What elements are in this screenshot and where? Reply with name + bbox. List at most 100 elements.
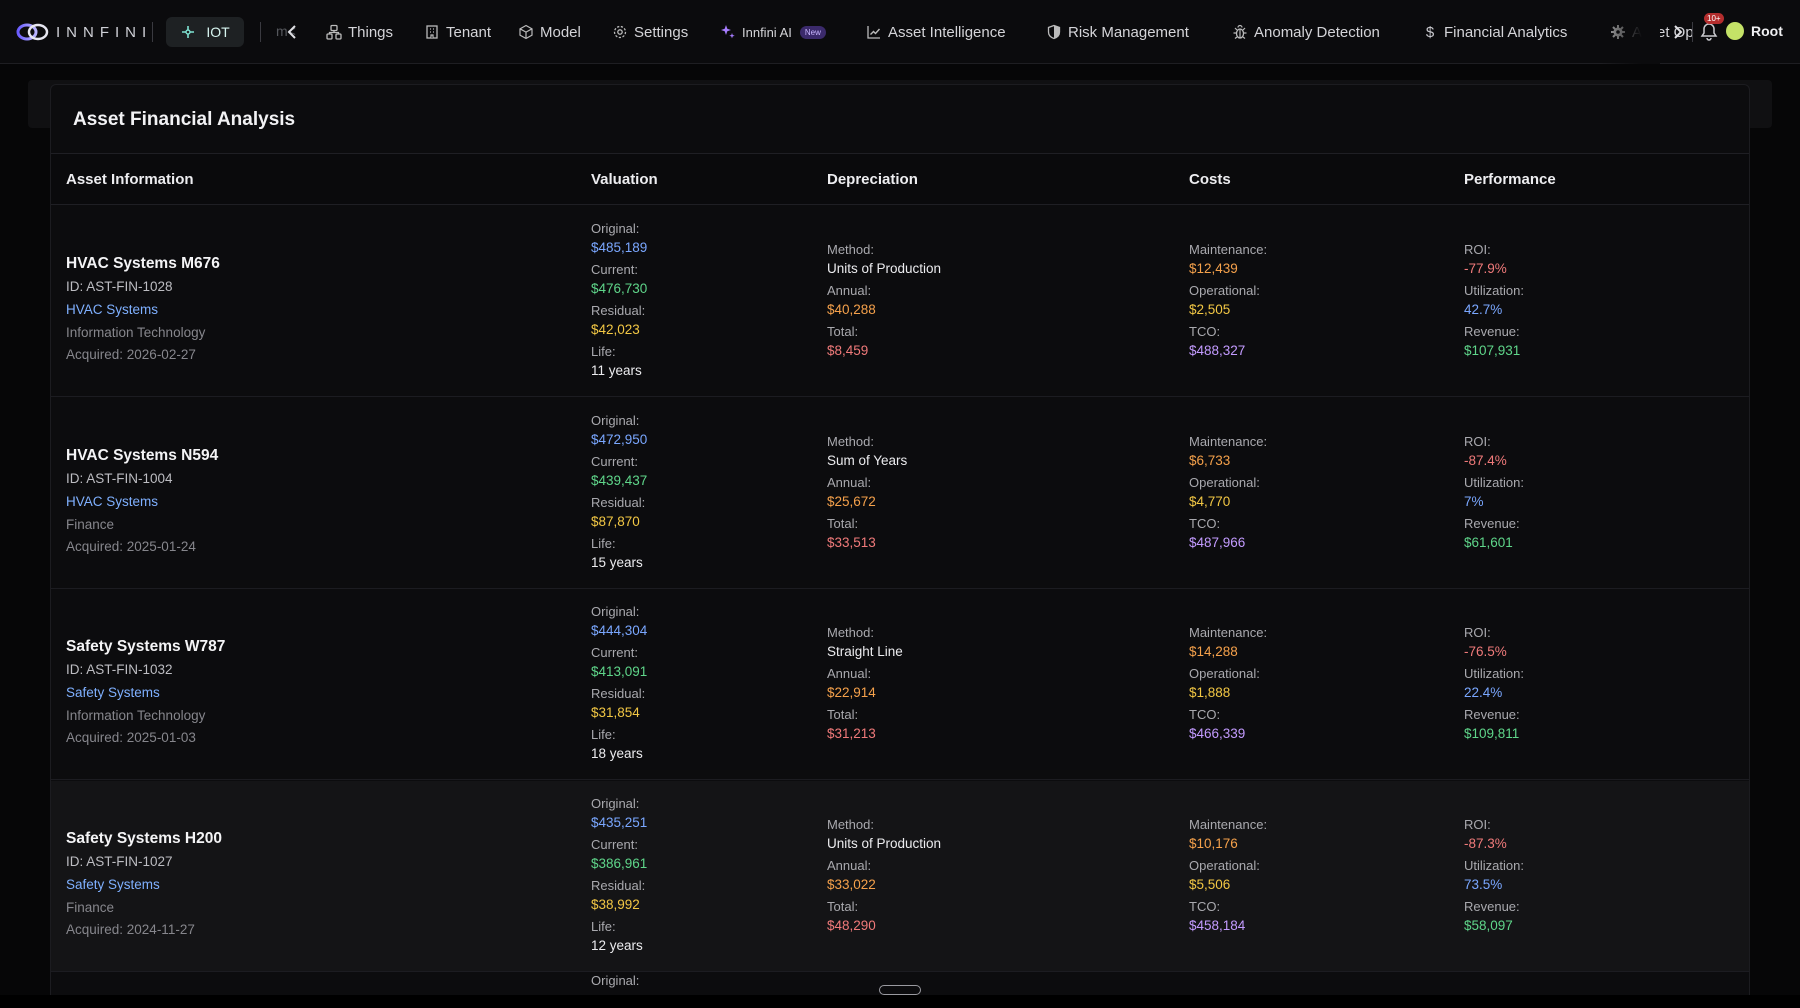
roi-label: ROI: bbox=[1464, 433, 1491, 449]
divider bbox=[260, 22, 261, 42]
iot-label: IOT bbox=[206, 24, 230, 40]
column-header-depreciation[interactable]: Depreciation bbox=[827, 171, 918, 188]
current-value: $476,730 bbox=[591, 281, 648, 296]
divider bbox=[1692, 22, 1693, 42]
current-value: $386,961 bbox=[591, 855, 648, 871]
table-row[interactable]: HVAC Systems N594 ID: AST-FIN-1004 HVAC Sy… bbox=[51, 398, 1749, 589]
nav-things[interactable]: Things bbox=[326, 20, 393, 44]
window-bottom-edge bbox=[0, 995, 1800, 1008]
residual-value: $31,854 bbox=[591, 705, 640, 720]
cube-icon bbox=[518, 24, 534, 40]
original-label: Original: bbox=[591, 604, 640, 619]
revenue-value: $109,811 bbox=[1464, 726, 1520, 741]
nav-financial-analytics[interactable]: $ Financial Analytics bbox=[1422, 20, 1568, 44]
notification-count-badge: 10+ bbox=[1704, 13, 1724, 24]
column-header-performance[interactable]: Performance bbox=[1464, 171, 1556, 188]
table-row[interactable]: Safety Systems H200 ID: AST-FIN-1027 Safet… bbox=[51, 780, 1749, 972]
asset-department: Information Technology bbox=[66, 708, 206, 723]
asset-category[interactable]: Safety Systems bbox=[66, 685, 160, 700]
operational-value: $5,506 bbox=[1189, 876, 1231, 892]
iot-switch-button[interactable]: IOT bbox=[166, 17, 244, 47]
asset-name: Safety Systems H200 bbox=[66, 829, 222, 847]
maintenance-value: $6,733 bbox=[1189, 452, 1231, 468]
life-label: Life: bbox=[591, 727, 616, 742]
nav-tenant[interactable]: Tenant bbox=[424, 20, 491, 44]
asset-department: Finance bbox=[66, 516, 115, 532]
table-row[interactable]: HVAC Systems M676 ID: AST-FIN-1028 HVAC Sy… bbox=[51, 206, 1749, 397]
page-title: Asset Financial Analysis bbox=[73, 109, 296, 130]
nav-scroll-left-button[interactable] bbox=[282, 20, 302, 44]
asset-category[interactable]: HVAC Systems bbox=[66, 302, 158, 317]
total-label: Total: bbox=[827, 898, 859, 914]
revenue-value: $58,097 bbox=[1464, 917, 1513, 933]
nav-scroll-right-button[interactable] bbox=[1668, 20, 1688, 44]
avatar[interactable] bbox=[1726, 22, 1744, 40]
column-header-valuation[interactable]: Valuation bbox=[591, 171, 658, 188]
nav-asset-intelligence-label: Asset Intelligence bbox=[888, 23, 1006, 41]
total-value: $8,459 bbox=[827, 343, 869, 358]
current-label: Current: bbox=[591, 836, 638, 852]
scroll-indicator[interactable] bbox=[879, 985, 921, 995]
method-label: Method: bbox=[827, 433, 874, 449]
residual-label: Residual: bbox=[591, 494, 646, 510]
annual-value: $40,288 bbox=[827, 302, 876, 317]
nav-tenant-label: Tenant bbox=[446, 23, 492, 41]
nav-risk-management[interactable]: Risk Management bbox=[1046, 20, 1189, 44]
gear-icon bbox=[612, 24, 628, 40]
asset-id: ID: AST-FIN-1028 bbox=[66, 279, 173, 294]
user-name[interactable]: Root bbox=[1751, 23, 1783, 39]
nav-settings-label: Settings bbox=[634, 23, 689, 41]
residual-value: $87,870 bbox=[591, 513, 640, 529]
annual-label: Annual: bbox=[827, 474, 872, 490]
original-value: $435,251 bbox=[591, 814, 648, 830]
utilization-label: Utilization: bbox=[1464, 474, 1524, 490]
operational-label: Operational: bbox=[1189, 666, 1260, 681]
nav-innfini-ai[interactable]: Innfini AI New bbox=[720, 20, 826, 44]
logo-text: INNFINI bbox=[56, 23, 153, 41]
asset-department: Finance bbox=[66, 899, 115, 915]
method-value: Sum of Years bbox=[827, 452, 908, 468]
asset-name: HVAC Systems N594 bbox=[66, 446, 219, 464]
life-label: Life: bbox=[591, 344, 616, 359]
asset-category[interactable]: HVAC Systems bbox=[66, 494, 158, 509]
tco-value: $466,339 bbox=[1189, 726, 1246, 741]
table-header: Asset Information Valuation Depreciation… bbox=[51, 154, 1749, 205]
nav-anomaly-detection[interactable]: Anomaly Detection bbox=[1232, 20, 1380, 44]
nav-financial-analytics-label: Financial Analytics bbox=[1444, 23, 1568, 41]
divider bbox=[152, 22, 153, 42]
logo-mark-icon bbox=[16, 23, 49, 41]
nav-fade bbox=[1600, 0, 1660, 64]
tco-value: $488,327 bbox=[1189, 343, 1246, 358]
nav-settings[interactable]: Settings bbox=[612, 20, 688, 44]
nav-model[interactable]: Model bbox=[518, 20, 581, 44]
operational-value: $2,505 bbox=[1189, 302, 1231, 317]
nav-asset-intelligence[interactable]: Asset Intelligence bbox=[866, 20, 1006, 44]
roi-value: -76.5% bbox=[1464, 644, 1507, 659]
maintenance-value: $14,288 bbox=[1189, 644, 1238, 659]
column-header-costs[interactable]: Costs bbox=[1189, 171, 1231, 188]
new-badge: New bbox=[799, 25, 826, 39]
current-label: Current: bbox=[591, 645, 638, 660]
logo[interactable]: INNFINI bbox=[16, 18, 152, 46]
tco-value: $458,184 bbox=[1189, 917, 1246, 933]
building-icon bbox=[424, 24, 440, 40]
maintenance-label: Maintenance: bbox=[1189, 816, 1268, 832]
roi-label: ROI: bbox=[1464, 625, 1491, 640]
table-row[interactable]: Safety Systems W787 ID: AST-FIN-1032 Safet… bbox=[51, 589, 1749, 780]
roi-label: ROI: bbox=[1464, 242, 1491, 257]
operational-label: Operational: bbox=[1189, 857, 1260, 873]
method-label: Method: bbox=[827, 816, 874, 832]
nav-model-label: Model bbox=[540, 23, 581, 41]
asset-acquired-date: Acquired: 2025-01-24 bbox=[66, 538, 196, 554]
life-value: 18 years bbox=[591, 746, 643, 761]
revenue-value: $107,931 bbox=[1464, 343, 1521, 358]
maintenance-label: Maintenance: bbox=[1189, 242, 1268, 257]
annual-label: Annual: bbox=[827, 857, 872, 873]
residual-label: Residual: bbox=[591, 877, 646, 893]
asset-category[interactable]: Safety Systems bbox=[66, 877, 160, 892]
roi-value: -87.4% bbox=[1464, 452, 1507, 468]
maintenance-label: Maintenance: bbox=[1189, 433, 1268, 449]
maintenance-value: $10,176 bbox=[1189, 835, 1238, 851]
column-header-asset-information[interactable]: Asset Information bbox=[66, 171, 194, 188]
utilization-label: Utilization: bbox=[1464, 857, 1524, 873]
